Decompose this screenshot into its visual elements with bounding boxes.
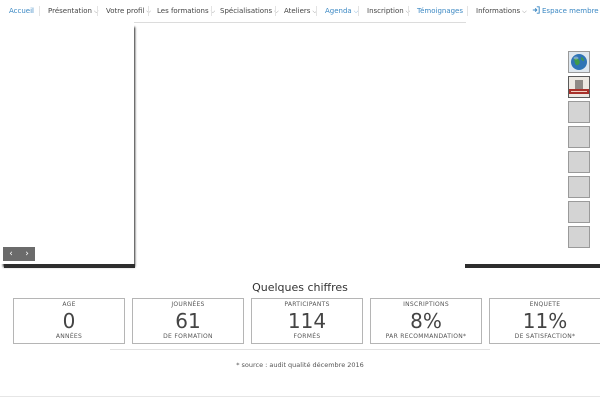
- main-navigation: Accueil Présentation ⌵ Votre profil ⌵ Les …: [0, 0, 600, 23]
- stat-bottom-label: DE SATISFACTION*: [514, 333, 576, 340]
- nav-item-label: Informations: [476, 7, 521, 15]
- slider-thumbnail[interactable]: [568, 76, 590, 98]
- stat-bottom-label: PAR RECOMMANDATION*: [385, 333, 467, 340]
- stat-value: 0: [62, 309, 76, 333]
- stat-box-age: AGE 0 ANNÉES: [13, 298, 125, 344]
- nav-item-informations[interactable]: Informations ⌵: [467, 6, 527, 16]
- slider-thumbnail[interactable]: [568, 201, 590, 223]
- nav-item-specialisations[interactable]: Spécialisations ⌵: [211, 6, 279, 16]
- stat-top-label: PARTICIPANTS: [284, 301, 330, 308]
- chevron-left-icon: ‹: [9, 249, 13, 259]
- member-login-label: Espace membre: [542, 7, 599, 15]
- section-divider: [110, 349, 490, 350]
- slider-next-button[interactable]: ›: [19, 247, 35, 261]
- stat-value: 114: [287, 309, 327, 333]
- nav-item-label: Témoignages: [417, 7, 464, 15]
- stat-box-enquete: ENQUETE 11% DE SATISFACTION*: [489, 298, 600, 344]
- nav-item-label: Ateliers: [284, 7, 311, 15]
- stats-section-title: Quelques chiffres: [252, 281, 348, 294]
- nav-item-label: Inscription: [367, 7, 404, 15]
- nav-item-label: Les formations: [157, 7, 209, 15]
- slider-thumbnail[interactable]: [568, 176, 590, 198]
- nav-item-label: Accueil: [9, 7, 34, 15]
- slider-thumbnail[interactable]: [568, 101, 590, 123]
- nav-item-presentation[interactable]: Présentation ⌵: [39, 6, 99, 16]
- stat-box-inscriptions: INSCRIPTIONS 8% PAR RECOMMANDATION*: [370, 298, 482, 344]
- slider-panel-left: [0, 22, 135, 268]
- footer-divider: [0, 396, 600, 397]
- slider-thumbnail[interactable]: [568, 226, 590, 248]
- stat-top-label: ENQUETE: [529, 301, 561, 308]
- nav-item-agenda[interactable]: Agenda ⌵: [316, 6, 358, 16]
- nav-item-temoignages[interactable]: Témoignages: [408, 6, 463, 16]
- slider-thumbnail[interactable]: [568, 51, 590, 73]
- stat-top-label: JOURNÉES: [171, 301, 205, 308]
- stat-value: 61: [175, 309, 201, 333]
- slider-thumbnail[interactable]: [568, 126, 590, 148]
- chevron-right-icon: ›: [25, 249, 29, 259]
- slider-thumbnails: [568, 51, 590, 251]
- nav-item-inscription[interactable]: Inscription ⌵: [358, 6, 410, 16]
- nav-item-label: Votre profil: [106, 7, 145, 15]
- globe-icon: [571, 54, 587, 70]
- stat-bottom-label: ANNÉES: [55, 333, 83, 340]
- stat-bottom-label: FORMÉS: [293, 333, 321, 340]
- sign-in-icon: [532, 6, 540, 14]
- slider-controls: ‹ ›: [3, 247, 35, 261]
- nav-item-les-formations[interactable]: Les formations ⌵: [148, 6, 215, 16]
- nav-item-label: Présentation: [48, 7, 92, 15]
- source-note: * source : audit qualité décembre 2016: [236, 361, 364, 369]
- nav-item-ateliers[interactable]: Ateliers ⌵: [275, 6, 317, 16]
- photo-thumbnail-icon: [569, 77, 589, 97]
- nav-item-label: Spécialisations: [220, 7, 273, 15]
- member-login-link[interactable]: Espace membre: [532, 6, 599, 18]
- stat-value: 8%: [410, 309, 442, 333]
- slider-prev-button[interactable]: ‹: [3, 247, 19, 261]
- nav-item-label: Agenda: [325, 7, 352, 15]
- chevron-down-icon: ⌵: [522, 8, 527, 15]
- stat-top-label: INSCRIPTIONS: [403, 301, 449, 308]
- slider-thumbnail[interactable]: [568, 151, 590, 173]
- stat-value: 11%: [522, 309, 568, 333]
- nav-item-accueil[interactable]: Accueil: [9, 6, 34, 18]
- stat-top-label: AGE: [62, 301, 76, 308]
- stat-bottom-label: DE FORMATION: [163, 333, 213, 340]
- stat-box-journees: JOURNÉES 61 DE FORMATION: [132, 298, 244, 344]
- stat-box-participants: PARTICIPANTS 114 FORMÉS: [251, 298, 363, 344]
- nav-item-votre-profil[interactable]: Votre profil ⌵: [97, 6, 151, 16]
